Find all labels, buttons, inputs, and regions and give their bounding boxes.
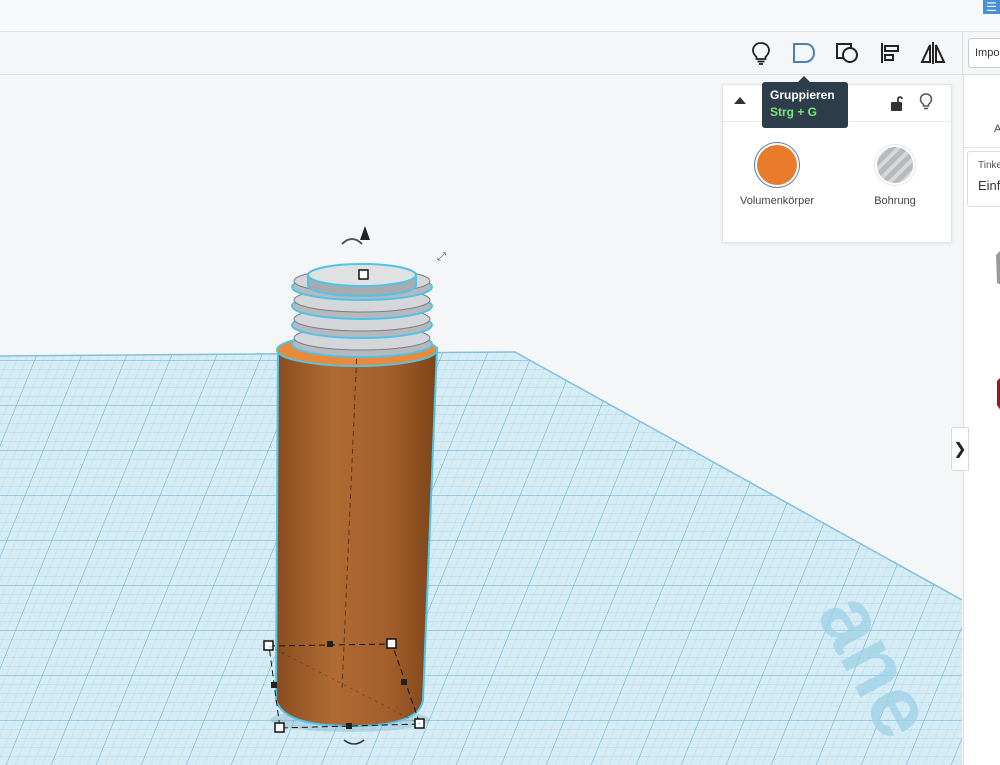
unlock-icon[interactable] xyxy=(889,94,905,112)
solid-label: Volumenkörper xyxy=(740,195,814,207)
tooltip-title: Gruppieren xyxy=(770,88,835,102)
toolbar-divider xyxy=(962,32,963,74)
collapse-caret-icon[interactable] xyxy=(734,97,746,104)
top-bar: ☰ xyxy=(0,0,1000,32)
selected-shape[interactable]: ⤢ xyxy=(263,226,446,745)
tooltip-shortcut: Strg + G xyxy=(770,105,818,119)
shape-thumbnail-partial-red[interactable] xyxy=(994,375,1000,415)
show-all-button[interactable] xyxy=(744,36,778,70)
corner-menu-button[interactable]: ☰ xyxy=(983,0,1000,14)
panel-divider xyxy=(964,147,1000,148)
group-button[interactable] xyxy=(787,36,821,70)
library-label: Tinke xyxy=(978,160,1000,171)
align-button[interactable] xyxy=(873,36,907,70)
library-value: Einf xyxy=(978,178,1000,193)
mirror-icon xyxy=(920,42,946,64)
align-icon xyxy=(881,43,899,63)
panel-tab-letter[interactable]: A xyxy=(994,123,1000,135)
mirror-button[interactable] xyxy=(916,36,950,70)
panel-toggle-button[interactable]: ❯ xyxy=(951,427,969,471)
group-icon xyxy=(793,43,816,63)
solid-color-swatch[interactable] xyxy=(757,145,797,185)
shape-thumbnail-partial[interactable] xyxy=(994,245,1000,285)
edit-toolbar: Impo xyxy=(0,32,1000,75)
lightbulb-icon xyxy=(752,42,770,65)
svg-text:⤢: ⤢ xyxy=(437,251,446,263)
rotate-top-icon[interactable] xyxy=(341,238,363,245)
visibility-bulb-icon[interactable] xyxy=(919,93,933,111)
group-tooltip: Gruppieren Strg + G xyxy=(762,76,848,128)
shape-library-selector[interactable]: Tinke Einf xyxy=(967,151,1000,207)
shapes-panel: A Tinke Einf xyxy=(963,75,1000,765)
hole-swatch[interactable] xyxy=(877,147,913,183)
ungroup-button[interactable] xyxy=(830,36,864,70)
hole-label: Bohrung xyxy=(874,195,916,207)
lift-arrow-icon[interactable] xyxy=(360,226,370,240)
import-button[interactable]: Impo xyxy=(968,38,1000,68)
ungroup-icon xyxy=(836,43,858,63)
